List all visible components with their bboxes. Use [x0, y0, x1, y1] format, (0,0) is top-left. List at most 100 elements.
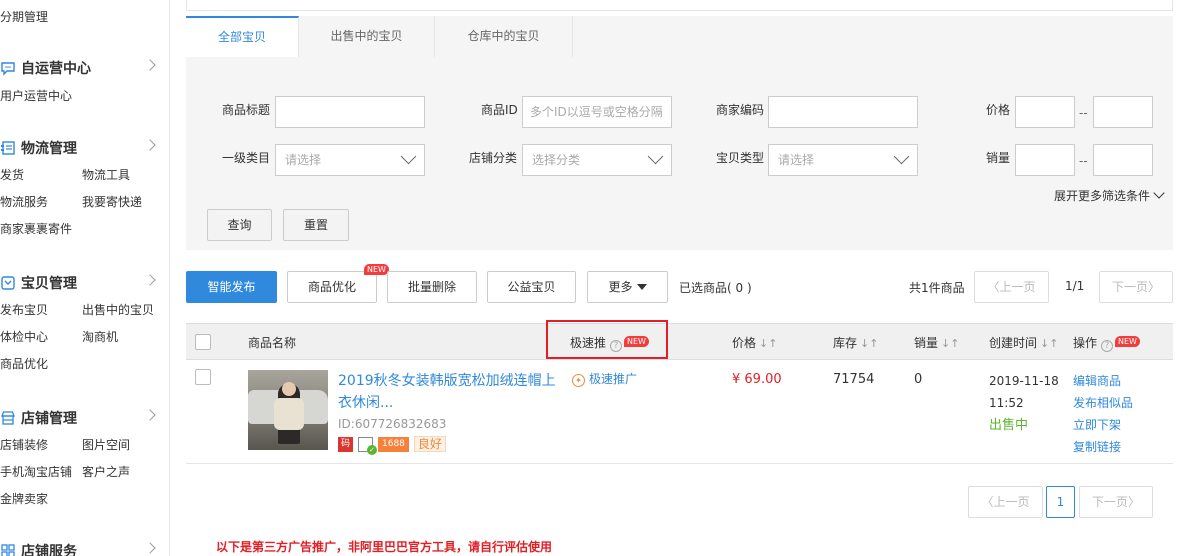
sidebar-item-on-sale-goods[interactable]: 出售中的宝贝 — [82, 302, 170, 319]
sort-icon[interactable]: ↓↑ — [1040, 337, 1058, 350]
sidebar-item-publish-goods[interactable]: 发布宝贝 — [0, 302, 82, 319]
sidebar-item-mobile-shop[interactable]: 手机淘宝店铺 — [0, 464, 82, 481]
range-separator: -- — [1079, 106, 1088, 120]
sidebar-item-health-check[interactable]: 体检中心 — [0, 329, 82, 346]
smart-publish-button[interactable]: 智能发布 — [186, 271, 277, 303]
row-checkbox[interactable] — [195, 369, 211, 385]
chevron-right-icon: 〉 — [1148, 280, 1161, 294]
top-panel — [186, 0, 1173, 11]
price-max-input[interactable] — [1093, 96, 1153, 128]
price-label: 价格 — [986, 103, 1011, 117]
edit-goods-link[interactable]: 编辑商品 — [1073, 370, 1133, 392]
charity-goods-button[interactable]: 公益宝贝 — [487, 271, 576, 303]
sort-icon[interactable]: ↓↑ — [860, 337, 878, 350]
publish-similar-link[interactable]: 发布相似品 — [1073, 392, 1133, 414]
sidebar-item-guoguo[interactable]: 商家裹裹寄件 — [0, 221, 82, 238]
new-badge: NEW — [364, 264, 389, 275]
table-header: 商品名称 极速推? NEW 价格 ↓↑ 库存 ↓↑ 销量 ↓↑ 创建时间 ↓↑ 操作? NE… — [186, 323, 1173, 360]
category-select[interactable]: 请选择 — [275, 144, 425, 176]
row-actions: 编辑商品 发布相似品 立即下架 复制链接 — [1073, 370, 1133, 458]
reset-button[interactable]: 重置 — [283, 209, 349, 241]
title-input[interactable] — [275, 96, 425, 128]
col-price[interactable]: 价格 ↓↑ — [732, 334, 777, 351]
tab-on-sale[interactable]: 出售中的宝贝 — [299, 16, 435, 57]
status-badge: 出售中 — [989, 418, 1029, 433]
optimize-button[interactable]: 商品优化 NEW — [287, 264, 389, 303]
sidebar-section-header[interactable]: 店铺服务 — [0, 540, 170, 556]
delist-link[interactable]: 立即下架 — [1073, 414, 1133, 436]
col-sales[interactable]: 销量 ↓↑ — [914, 334, 959, 351]
product-thumbnail[interactable] — [248, 370, 328, 450]
sidebar-item-ship[interactable]: 发货 — [0, 167, 82, 184]
caret-down-icon — [636, 284, 647, 290]
sidebar-section-header[interactable]: 物流管理 — [0, 137, 170, 159]
table-row: 2019秋冬女装韩版宽松加绒连帽上衣休闲... ID:607726832683 … — [186, 360, 1173, 464]
chevron-right-icon[interactable] — [144, 274, 156, 286]
sidebar-item-user-operation[interactable]: 用户运营中心 — [0, 88, 82, 105]
query-button[interactable]: 查询 — [207, 209, 272, 241]
goods-type-select[interactable]: 请选择 — [768, 144, 918, 176]
more-button[interactable]: 更多 — [587, 271, 668, 303]
product-price: ¥ 69.00 — [732, 372, 782, 387]
price-min-input[interactable] — [1015, 96, 1075, 128]
product-sales: 0 — [914, 372, 923, 387]
sidebar-item-logistics-service[interactable]: 物流服务 — [0, 194, 82, 211]
batch-delete-button[interactable]: 批量删除 — [387, 271, 477, 303]
chevron-right-icon[interactable] — [144, 542, 156, 554]
sidebar-section-title: 宝贝管理 — [21, 276, 77, 292]
goods-type-label: 宝贝类型 — [716, 151, 765, 165]
page-info: 1/1 — [1065, 279, 1085, 293]
sidebar-item-customer-voice[interactable]: 客户之声 — [82, 464, 170, 481]
sales-max-input[interactable] — [1093, 144, 1153, 176]
sidebar-item-installment[interactable]: 分期管理 — [0, 8, 48, 25]
sidebar-section-header[interactable]: 自运营中心 — [0, 57, 170, 79]
col-stock[interactable]: 库存 ↓↑ — [833, 334, 878, 351]
quality-tag: 良好 — [413, 436, 446, 452]
sidebar-section-shop-service: 店铺服务 — [0, 540, 170, 556]
bottom-prev-page-button[interactable]: 〈上一页 — [968, 486, 1043, 518]
prev-page-button[interactable]: 〈上一页 — [974, 271, 1049, 303]
next-page-button[interactable]: 下一页〉 — [1099, 271, 1173, 303]
sidebar-section-header[interactable]: 宝贝管理 — [0, 272, 170, 294]
sidebar-section-header[interactable]: 店铺管理 — [0, 407, 170, 429]
chevron-right-icon: 〉 — [1128, 495, 1141, 509]
sidebar-section-title: 店铺管理 — [21, 411, 77, 427]
more-filters-toggle[interactable]: 展开更多筛选条件 — [1054, 187, 1165, 204]
sales-min-input[interactable] — [1015, 144, 1075, 176]
promo-link[interactable]: ✦ 极速推广 — [572, 370, 637, 387]
shop-icon — [1, 411, 15, 425]
sidebar-item-image-space[interactable]: 图片空间 — [82, 437, 170, 454]
chevron-down-icon — [400, 148, 417, 165]
sidebar-item-optimize[interactable]: 商品优化 — [0, 356, 82, 373]
verified-doc-icon — [358, 436, 377, 455]
sidebar-item-decoration[interactable]: 店铺装修 — [0, 437, 82, 454]
chevron-left-icon: 〈 — [981, 495, 994, 509]
chevron-right-icon[interactable] — [144, 139, 156, 151]
page-number-current[interactable]: 1 — [1046, 486, 1075, 518]
chevron-left-icon: 〈 — [987, 280, 1000, 294]
sidebar-item-send-express[interactable]: 我要寄快递 — [82, 194, 170, 211]
sort-icon[interactable]: ↓↑ — [941, 337, 959, 350]
sidebar-item-gold-seller[interactable]: 金牌卖家 — [0, 491, 82, 508]
sidebar-item-opportunity[interactable]: 淘商机 — [82, 329, 170, 346]
chevron-right-icon[interactable] — [144, 409, 156, 421]
chevron-down-icon — [647, 148, 664, 165]
bottom-next-page-button[interactable]: 下一页〉 — [1079, 486, 1153, 518]
col-name: 商品名称 — [248, 336, 297, 350]
col-created[interactable]: 创建时间 ↓↑ — [989, 334, 1058, 351]
product-tags: 码 1688 良好 — [338, 436, 446, 455]
sort-icon[interactable]: ↓↑ — [759, 337, 777, 350]
sidebar-item-logistics-tools[interactable]: 物流工具 — [82, 167, 170, 184]
goods-type-placeholder: 请选择 — [778, 153, 815, 167]
tab-warehouse[interactable]: 仓库中的宝贝 — [435, 16, 573, 57]
copy-link[interactable]: 复制链接 — [1073, 436, 1133, 458]
select-all-checkbox[interactable] — [195, 334, 211, 350]
product-title-link[interactable]: 2019秋冬女装韩版宽松加绒连帽上衣休闲... — [338, 370, 558, 414]
chevron-right-icon[interactable] — [144, 59, 156, 71]
shop-category-select[interactable]: 选择分类 — [522, 144, 672, 176]
tab-all-goods[interactable]: 全部宝贝 — [186, 16, 299, 57]
help-icon[interactable]: ? — [1101, 340, 1114, 352]
code-input[interactable] — [768, 96, 918, 128]
logistics-list-icon — [1, 141, 15, 155]
id-input[interactable]: 多个ID以逗号或空格分隔 — [522, 96, 672, 128]
